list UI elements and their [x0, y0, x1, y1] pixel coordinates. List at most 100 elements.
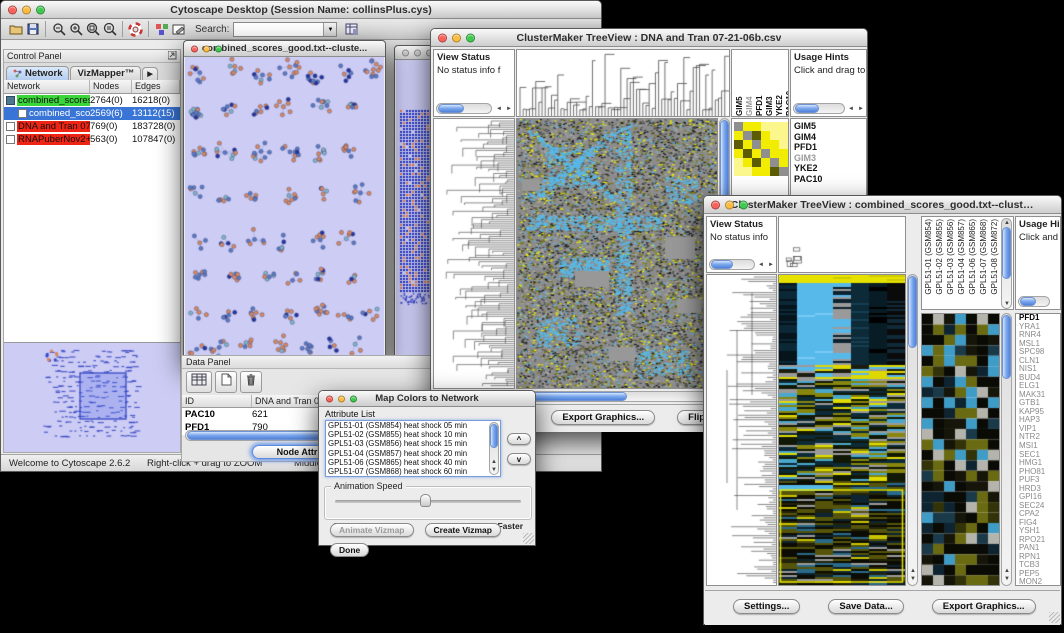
matrix-cell[interactable]: [743, 140, 752, 149]
column-label[interactable]: GIM3: [765, 52, 774, 116]
scroll-up-arrow[interactable]: ▲: [489, 458, 499, 466]
close-button[interactable]: [8, 5, 17, 14]
scroll-up-arrow[interactable]: ▲: [908, 567, 918, 575]
minimize-button[interactable]: [338, 395, 345, 402]
column-label[interactable]: GPL51-02 (GSM855): [935, 219, 944, 295]
tv1-action-button[interactable]: Export Graphics...: [551, 410, 655, 425]
scroll-right-arrow[interactable]: ►: [504, 105, 514, 113]
zoom-fit-icon[interactable]: [84, 21, 101, 37]
search-combo[interactable]: ▼: [233, 22, 337, 37]
row-label[interactable]: GIM4: [794, 132, 866, 143]
select-attributes-icon[interactable]: [186, 371, 212, 393]
tv2-action-button[interactable]: Settings...: [733, 599, 800, 614]
dialog-title-bar[interactable]: Map Colors to Network: [319, 391, 535, 407]
attribute-item[interactable]: GPL51-01 (GSM854) heat shock 05 min: [328, 421, 500, 430]
scroll-thumb[interactable]: [1020, 297, 1036, 306]
matrix-cell[interactable]: [743, 149, 752, 158]
column-label[interactable]: GPL51-01 (GSM854): [924, 219, 933, 295]
dialog-window-controls[interactable]: [326, 395, 357, 402]
attribute-table-icon[interactable]: [343, 21, 360, 37]
col-edges[interactable]: Edges: [132, 80, 180, 93]
tab-network[interactable]: Network: [6, 66, 69, 80]
matrix-cell[interactable]: [734, 140, 743, 149]
matrix-cell[interactable]: [770, 140, 779, 149]
vscroll-thumb[interactable]: [1002, 227, 1011, 279]
zoom-in-icon[interactable]: [67, 21, 84, 37]
column-label[interactable]: GIM5: [735, 52, 744, 116]
row-label[interactable]: GIM3: [794, 153, 866, 164]
tv1-column-dendrogram[interactable]: [516, 49, 730, 117]
scroll-left-arrow[interactable]: ◄: [756, 261, 766, 269]
column-label[interactable]: PAC10: [785, 52, 789, 116]
tv1-title-bar[interactable]: ClusterMaker TreeView : DNA and Tran 07-…: [431, 29, 867, 47]
tv2-labels-vscrollbar[interactable]: ▲ ▼: [1001, 218, 1012, 309]
zoom-selected-icon[interactable]: [101, 21, 118, 37]
move-down-button[interactable]: v: [507, 453, 531, 465]
attribute-item[interactable]: GPL51-03 (GSM856) heat shock 15 min: [328, 439, 500, 448]
matrix-cell[interactable]: [761, 131, 770, 140]
open-file-icon[interactable]: [7, 21, 24, 37]
matrix-cell[interactable]: [779, 149, 788, 158]
matrix-cell[interactable]: [752, 167, 761, 176]
attribute-item[interactable]: GPL51-06 (GSM865) heat shock 40 min: [328, 458, 500, 467]
network-list-row[interactable]: RNAPuberNov2+ 563(0) 107847(0): [4, 133, 180, 146]
attribute-list-vscrollbar[interactable]: ▲ ▼: [489, 422, 499, 475]
attribute-item[interactable]: GPL51-07 (GSM868) heat shock 60 min: [328, 467, 500, 476]
column-label[interactable]: GPL51-08 (GSM872): [990, 219, 999, 295]
scroll-right-arrow[interactable]: ►: [856, 105, 866, 113]
matrix-cell[interactable]: [743, 167, 752, 176]
tv1-hints-scrollbar[interactable]: [793, 103, 845, 114]
tv2-status-scrollbar[interactable]: [709, 259, 755, 270]
row-label[interactable]: GIM5: [794, 121, 866, 132]
zoom-button[interactable]: [36, 5, 45, 14]
matrix-cell[interactable]: [752, 131, 761, 140]
zoom-out-icon[interactable]: [50, 21, 67, 37]
scroll-left-arrow[interactable]: ◄: [494, 105, 504, 113]
delete-attribute-trash-icon[interactable]: [240, 371, 262, 393]
save-icon[interactable]: [24, 21, 41, 37]
scroll-down-arrow[interactable]: ▼: [489, 466, 499, 474]
matrix-cell[interactable]: [752, 149, 761, 158]
column-label[interactable]: YKE2: [775, 52, 784, 116]
network-overview-canvas[interactable]: [4, 343, 180, 451]
help-lifesaver-icon[interactable]: [127, 21, 144, 37]
new-attribute-icon[interactable]: [215, 371, 237, 393]
tv2-action-button[interactable]: Export Graphics...: [932, 599, 1036, 614]
close-button[interactable]: [711, 200, 720, 209]
matrix-cell[interactable]: [752, 140, 761, 149]
column-label[interactable]: GPL51-03 (GSM856): [946, 219, 955, 295]
tv1-window-controls[interactable]: [438, 33, 475, 42]
tv2-window-controls[interactable]: [711, 200, 748, 209]
minimize-button[interactable]: [203, 45, 210, 52]
matrix-cell[interactable]: [770, 122, 779, 131]
close-button[interactable]: [326, 395, 333, 402]
vscroll-thumb[interactable]: [908, 276, 917, 348]
scroll-thumb[interactable]: [711, 260, 733, 269]
search-input[interactable]: [234, 23, 323, 36]
matrix-cell[interactable]: [761, 149, 770, 158]
zoom-button[interactable]: [215, 45, 222, 52]
matrix-cell[interactable]: [734, 149, 743, 158]
scroll-down-arrow[interactable]: ▼: [1002, 300, 1012, 308]
matrix-cell[interactable]: [761, 122, 770, 131]
matrix-cell[interactable]: [734, 122, 743, 131]
vizmap-icon[interactable]: [153, 21, 170, 37]
col-network[interactable]: Network: [4, 80, 90, 93]
scroll-down-arrow[interactable]: ▼: [1002, 575, 1012, 583]
speed-slider-thumb[interactable]: [420, 494, 431, 507]
gene-label[interactable]: MON2: [1019, 578, 1060, 586]
minimize-button[interactable]: [22, 5, 31, 14]
matrix-cell[interactable]: [779, 167, 788, 176]
annotation-icon[interactable]: [170, 21, 187, 37]
network-list-row[interactable]: DNA and Tran 07 769(0) 183728(0): [4, 120, 180, 133]
close-button[interactable]: [191, 45, 198, 52]
dialog-button[interactable]: Create Vizmap: [425, 523, 501, 537]
vscroll-thumb[interactable]: [1002, 315, 1011, 379]
tv2-heatmap[interactable]: [778, 274, 906, 586]
close-button[interactable]: [438, 33, 447, 42]
column-label[interactable]: PFD1: [755, 52, 764, 116]
scroll-left-arrow[interactable]: ◄: [846, 105, 856, 113]
matrix-cell[interactable]: [752, 158, 761, 167]
window-controls[interactable]: [8, 5, 45, 14]
tv2-column-dendrogram[interactable]: [778, 216, 906, 273]
